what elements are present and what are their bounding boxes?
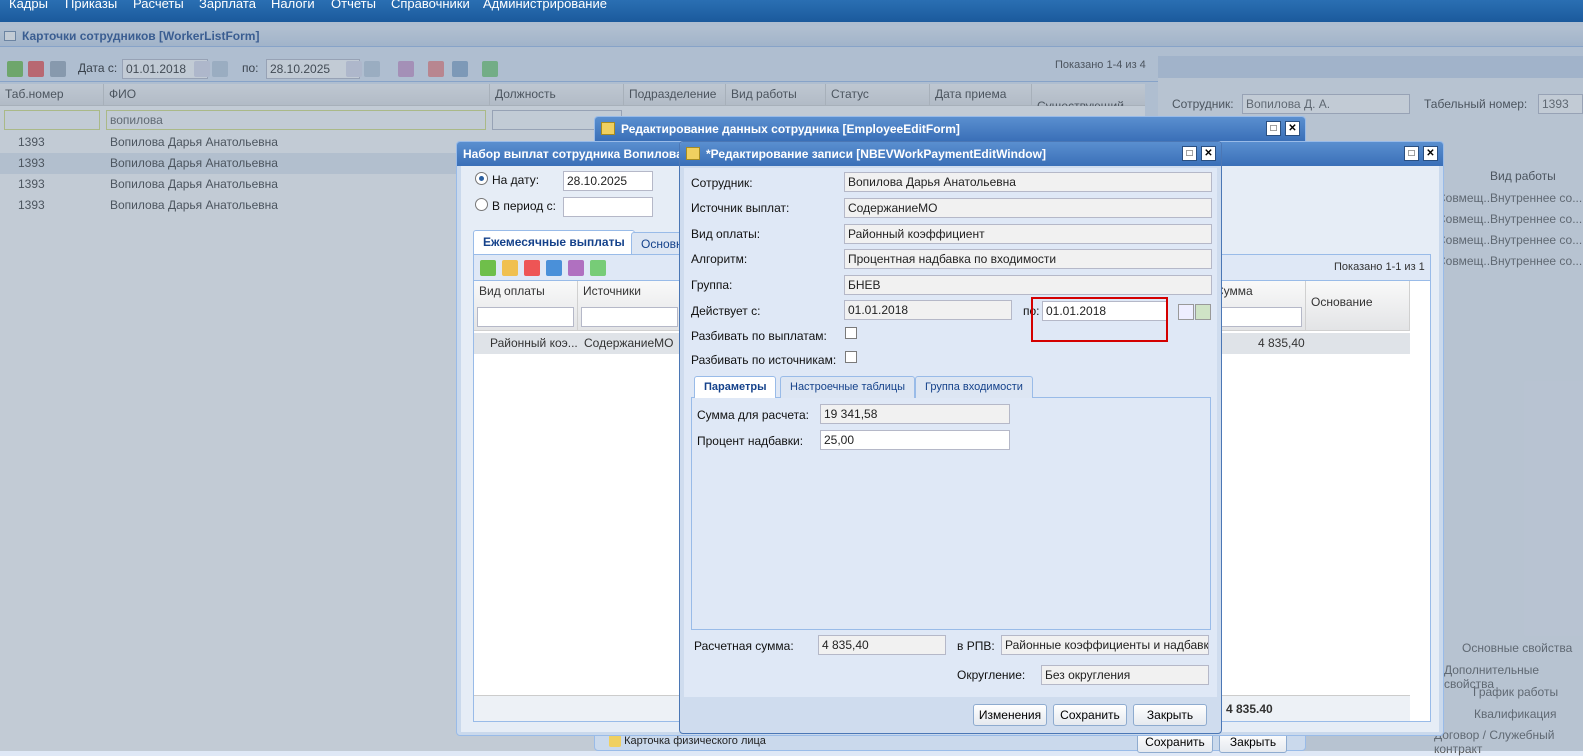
params-tabstrip: Параметры Настроечные таблицы Группа вхо… (691, 374, 1211, 398)
pct-field[interactable]: 25,00 (820, 430, 1010, 450)
calendar-clear-icon[interactable] (1195, 304, 1211, 320)
edit-record-body: Сотрудник: Вопилова Дарья Анатольевна Ис… (684, 168, 1217, 697)
menu-item-admin[interactable]: Администрирование (483, 0, 607, 11)
group-field[interactable]: БНЕВ (844, 275, 1212, 295)
edit-window-icon (686, 147, 700, 160)
menu-item-spravochniki[interactable]: Справочники (391, 0, 470, 11)
pay-type-field[interactable]: Районный коэффициент (844, 224, 1212, 244)
rounding-field[interactable]: Без округления (1041, 665, 1209, 685)
valid-from-label: Действует с: (691, 304, 761, 318)
algorithm-label: Алгоритм: (691, 252, 748, 266)
menu-item-otchety[interactable]: Отчеты (331, 0, 376, 11)
edit-record-header: *Редактирование записи [NBEVWorkPaymentE… (680, 142, 1221, 166)
algorithm-field[interactable]: Процентная надбавка по входимости (844, 249, 1212, 269)
params-panel: Сумма для расчета: 19 341,58 Процент над… (691, 398, 1211, 630)
source-label: Источник выплат: (691, 201, 790, 215)
tab-monthly[interactable]: Ежемесячные выплаты (473, 230, 635, 254)
sum-label: Сумма для расчета: (697, 408, 809, 422)
rpv-label: в РПВ: (957, 639, 995, 653)
on-date-input[interactable]: 28.10.2025 (563, 171, 653, 191)
on-date-radio[interactable] (475, 172, 488, 185)
payments-total: 4 835.40 (1226, 702, 1273, 716)
pay-type-label: Вид оплаты: (691, 227, 761, 241)
tab-group[interactable]: Группа входимости (915, 376, 1033, 398)
group-label: Группа: (691, 278, 733, 292)
employee-field[interactable]: Вопилова Дарья Анатольевна (844, 172, 1212, 192)
card-icon (609, 735, 621, 748)
calc-sum-label: Расчетная сумма: (694, 639, 794, 653)
filter-pay-type[interactable] (477, 307, 574, 327)
period-radio[interactable] (475, 198, 488, 211)
calendar-icon[interactable] (1178, 304, 1194, 320)
sum-icon[interactable] (568, 260, 584, 276)
period-label: В период с: (492, 199, 556, 213)
valid-from-field[interactable]: 01.01.2018 (844, 300, 1012, 320)
rpv-field[interactable]: Районные коэффициенты и надбавки (1001, 635, 1209, 655)
on-date-label: На дату: (492, 173, 540, 187)
menu-item-raschety[interactable]: Расчеты (133, 0, 184, 11)
pct-label: Процент надбавки: (697, 434, 804, 448)
copy-icon[interactable] (546, 260, 562, 276)
filter-sum[interactable] (1214, 307, 1302, 327)
split-src-label: Разбивать по источникам: (691, 353, 837, 367)
close-button[interactable]: ✕ (1423, 146, 1438, 161)
sum-field[interactable]: 19 341,58 (820, 404, 1010, 424)
maximize-button[interactable]: □ (1266, 121, 1281, 136)
highlight-box (1031, 297, 1168, 342)
edit-record-window: *Редактирование записи [NBEVWorkPaymentE… (679, 141, 1222, 734)
add-icon[interactable] (480, 260, 496, 276)
payments-shown: Показано 1-1 из 1 (1334, 261, 1425, 273)
calc-sum-field[interactable]: 4 835,40 (818, 635, 946, 655)
save-button[interactable]: Сохранить (1053, 704, 1127, 726)
source-field[interactable]: СодержаниеМО (844, 198, 1212, 218)
col-basis[interactable]: Основание (1306, 281, 1410, 330)
period-from-input[interactable] (563, 197, 653, 217)
person-card-link[interactable]: Карточка физического лица (609, 735, 766, 748)
employee-edit-header: Редактирование данных сотрудника [Employ… (595, 117, 1305, 141)
refresh-icon[interactable] (590, 260, 606, 276)
delete-icon[interactable] (524, 260, 540, 276)
edit-window-icon (601, 122, 615, 135)
menu-item-zarplata[interactable]: Зарплата (199, 0, 256, 11)
tab-params[interactable]: Параметры (694, 376, 777, 398)
close-button[interactable]: ✕ (1201, 146, 1216, 161)
maximize-button[interactable]: □ (1404, 146, 1419, 161)
edit-icon[interactable] (502, 260, 518, 276)
employee-label: Сотрудник: (691, 176, 753, 190)
main-menu-bar: Кадры Приказы Расчеты Зарплата Налоги От… (0, 0, 1583, 22)
close-button[interactable]: ✕ (1285, 121, 1300, 136)
menu-item-kadry[interactable]: Кадры (9, 0, 48, 11)
maximize-button[interactable]: □ (1182, 146, 1197, 161)
tab-settings-tables[interactable]: Настроечные таблицы (780, 376, 916, 398)
split-pay-checkbox[interactable] (845, 327, 857, 339)
menu-item-nalogi[interactable]: Налоги (271, 0, 315, 11)
menu-item-prikazy[interactable]: Приказы (65, 0, 117, 11)
rounding-label: Округление: (957, 668, 1026, 682)
split-pay-label: Разбивать по выплатам: (691, 329, 827, 343)
filter-sources[interactable] (581, 307, 678, 327)
changes-button[interactable]: Изменения (973, 704, 1047, 726)
split-src-checkbox[interactable] (845, 351, 857, 363)
close-dialog-button[interactable]: Закрыть (1133, 704, 1207, 726)
